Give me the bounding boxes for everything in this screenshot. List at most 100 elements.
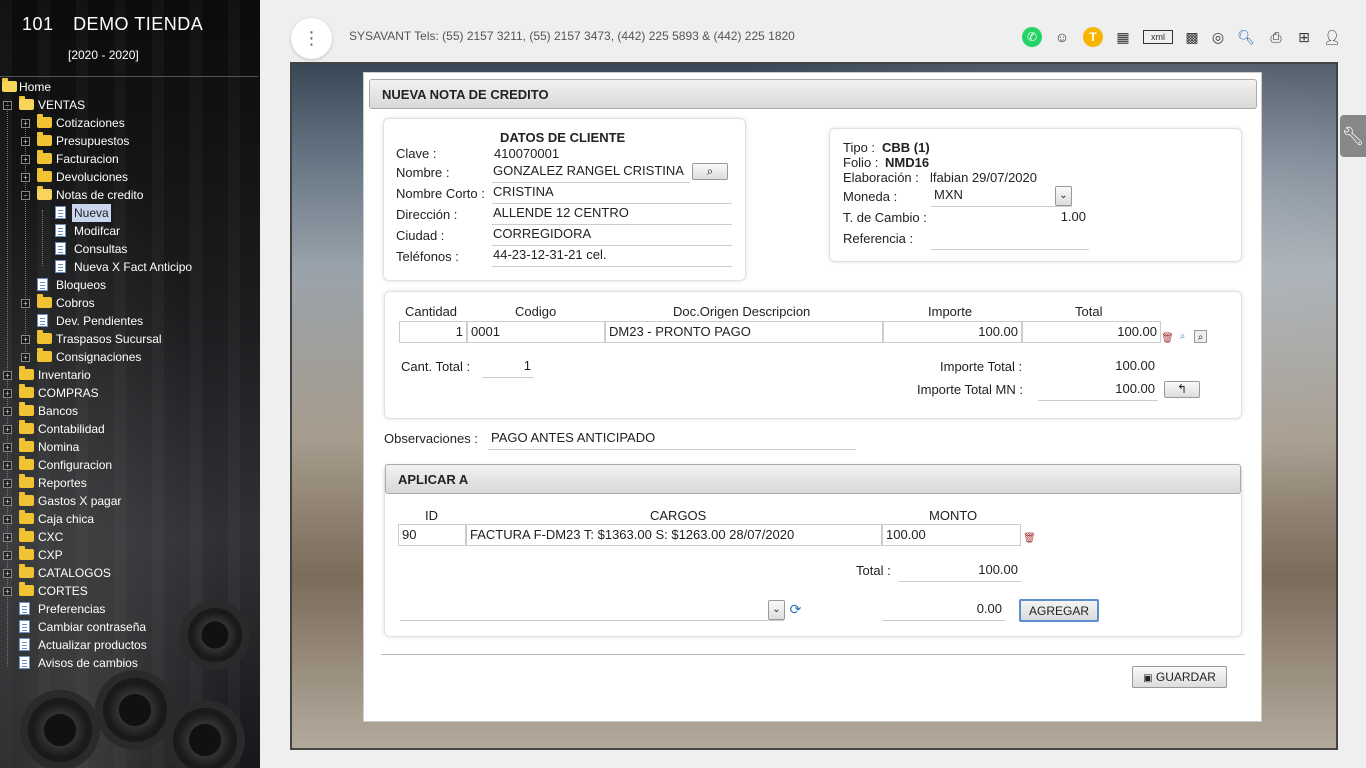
refresh-icon[interactable]: ⟳: [789, 602, 802, 616]
expand-icon[interactable]: +: [3, 479, 12, 488]
tree-item-catalogos[interactable]: + CATALOGOS: [0, 564, 260, 582]
underline: [492, 266, 732, 267]
tree-item-contabilidad[interactable]: + Contabilidad: [0, 420, 260, 438]
search-icon[interactable]: ⌕: [1194, 330, 1207, 343]
cambio-input[interactable]: 1.00: [931, 207, 1089, 229]
expand-icon[interactable]: +: [21, 299, 30, 308]
expand-icon[interactable]: +: [3, 371, 12, 380]
tree-item-cortes[interactable]: + CORTES: [0, 582, 260, 600]
tree-item-nueva[interactable]: Nueva: [0, 204, 260, 222]
tree-item-presupuestos[interactable]: + Presupuestos: [0, 132, 260, 150]
folder-icon: [19, 438, 34, 452]
profile-icon[interactable]: 👤︎: [1322, 27, 1342, 47]
undo-button[interactable]: ↰: [1164, 381, 1200, 398]
expand-icon[interactable]: +: [3, 533, 12, 542]
cantidad-input[interactable]: 1: [399, 321, 467, 343]
tree-item-modifcar[interactable]: Modifcar: [0, 222, 260, 240]
tree-item-cxp[interactable]: + CXP: [0, 546, 260, 564]
tree-item-consultas[interactable]: Consultas: [0, 240, 260, 258]
expand-icon[interactable]: +: [3, 497, 12, 506]
tree-item-cambiar-contrasena[interactable]: Cambiar contraseña: [0, 618, 260, 636]
support-icon[interactable]: ☺: [1052, 27, 1072, 47]
expand-icon[interactable]: +: [3, 587, 12, 596]
cargo-select[interactable]: [400, 599, 784, 621]
expand-icon[interactable]: +: [21, 173, 30, 182]
tree-item-dev-pendientes[interactable]: Dev. Pendientes: [0, 312, 260, 330]
menu-button[interactable]: ⋮: [291, 18, 332, 59]
tree-item-bloqueos[interactable]: Bloqueos: [0, 276, 260, 294]
expand-icon[interactable]: +: [21, 119, 30, 128]
folder-icon: [37, 132, 52, 146]
tree-item-traspasos[interactable]: + Traspasos Sucursal: [0, 330, 260, 348]
delete-icon[interactable]: 🗑︎: [1023, 532, 1036, 545]
collapse-icon[interactable]: −: [21, 191, 30, 200]
tree-item-inventario[interactable]: + Inventario: [0, 366, 260, 384]
tree-item-home[interactable]: Home: [0, 78, 260, 96]
codigo-input[interactable]: 0001: [467, 321, 605, 343]
user-t-icon[interactable]: T: [1083, 27, 1103, 47]
whatsapp-icon[interactable]: ✆: [1022, 27, 1042, 47]
tree-item-bancos[interactable]: + Bancos: [0, 402, 260, 420]
folder-icon: [19, 582, 34, 596]
dashboard-icon[interactable]: ▦: [1113, 27, 1133, 47]
id-input[interactable]: 90: [398, 524, 466, 546]
nuevo-monto-input[interactable]: 0.00: [882, 599, 1005, 621]
tree-item-configuracion[interactable]: + Configuracion: [0, 456, 260, 474]
expand-icon[interactable]: +: [3, 407, 12, 416]
tree-item-facturacion[interactable]: + Facturacion: [0, 150, 260, 168]
expand-icon[interactable]: +: [21, 137, 30, 146]
tree-item-preferencias[interactable]: Preferencias: [0, 600, 260, 618]
expand-icon[interactable]: +: [21, 335, 30, 344]
tree-item-devoluciones[interactable]: + Devoluciones: [0, 168, 260, 186]
expand-icon[interactable]: +: [3, 443, 12, 452]
target-icon[interactable]: ◎: [1208, 27, 1228, 47]
search-client-button[interactable]: ⌕: [692, 163, 728, 180]
tree-item-actualizar-productos[interactable]: Actualizar productos: [0, 636, 260, 654]
chevron-down-icon[interactable]: ⌄: [768, 600, 785, 620]
expand-icon[interactable]: +: [3, 425, 12, 434]
tree-item-nueva-fact-anticipo[interactable]: Nueva X Fact Anticipo: [0, 258, 260, 276]
tree-item-gastos[interactable]: + Gastos X pagar: [0, 492, 260, 510]
referencia-input[interactable]: [931, 228, 1089, 250]
tree-item-avisos[interactable]: Avisos de cambios: [0, 654, 260, 672]
expand-icon[interactable]: +: [21, 353, 30, 362]
expand-icon[interactable]: +: [3, 515, 12, 524]
importe-total-label: Importe Total :: [940, 359, 1023, 374]
xml-icon[interactable]: xml: [1143, 30, 1173, 44]
expand-icon[interactable]: +: [3, 569, 12, 578]
tree-item-reportes[interactable]: + Reportes: [0, 474, 260, 492]
collapse-icon[interactable]: −: [3, 101, 12, 110]
wrench-icon[interactable]: 🔧︎: [1340, 115, 1366, 157]
tree-item-nomina[interactable]: + Nomina: [0, 438, 260, 456]
tree-item-consignaciones[interactable]: + Consignaciones: [0, 348, 260, 366]
print-icon[interactable]: ⎙: [1266, 27, 1286, 47]
tree-item-cotizaciones[interactable]: + Cotizaciones: [0, 114, 260, 132]
delete-icon[interactable]: 🗑︎: [1161, 332, 1174, 345]
document-icon: [19, 602, 30, 615]
monto-input[interactable]: 100.00: [882, 524, 1021, 546]
new-window-icon[interactable]: ⊞: [1294, 27, 1314, 47]
tree-item-cxc[interactable]: + CXC: [0, 528, 260, 546]
cambio-label: T. de Cambio :: [843, 210, 927, 225]
total-input[interactable]: 100.00: [1022, 321, 1161, 343]
search-doc-icon[interactable]: 🔍︎: [1236, 27, 1256, 47]
tree-item-cobros[interactable]: + Cobros: [0, 294, 260, 312]
tree-item-ventas[interactable]: − VENTAS: [0, 96, 260, 114]
tree-item-compras[interactable]: + COMPRAS: [0, 384, 260, 402]
qr-icon[interactable]: ▩: [1182, 27, 1202, 47]
importe-input[interactable]: 100.00: [883, 321, 1022, 343]
agregar-button[interactable]: AGREGAR: [1019, 599, 1099, 622]
expand-icon[interactable]: +: [3, 461, 12, 470]
chevron-down-icon[interactable]: ⌄: [1055, 186, 1072, 206]
tree-item-caja[interactable]: + Caja chica: [0, 510, 260, 528]
zoom-icon[interactable]: ⌕: [1176, 330, 1189, 343]
expand-icon[interactable]: +: [21, 155, 30, 164]
expand-icon[interactable]: +: [3, 551, 12, 560]
guardar-button[interactable]: ▣ GUARDAR: [1132, 666, 1227, 688]
observaciones-input[interactable]: PAGO ANTES ANTICIPADO: [488, 428, 856, 450]
descripcion-input[interactable]: DM23 - PRONTO PAGO: [605, 321, 883, 343]
expand-icon[interactable]: +: [3, 389, 12, 398]
moneda-select[interactable]: MXN: [931, 185, 1072, 207]
cargos-input[interactable]: FACTURA F-DM23 T: $1363.00 S: $1263.00 2…: [466, 524, 882, 546]
tree-item-notas-credito[interactable]: − Notas de credito: [0, 186, 260, 204]
